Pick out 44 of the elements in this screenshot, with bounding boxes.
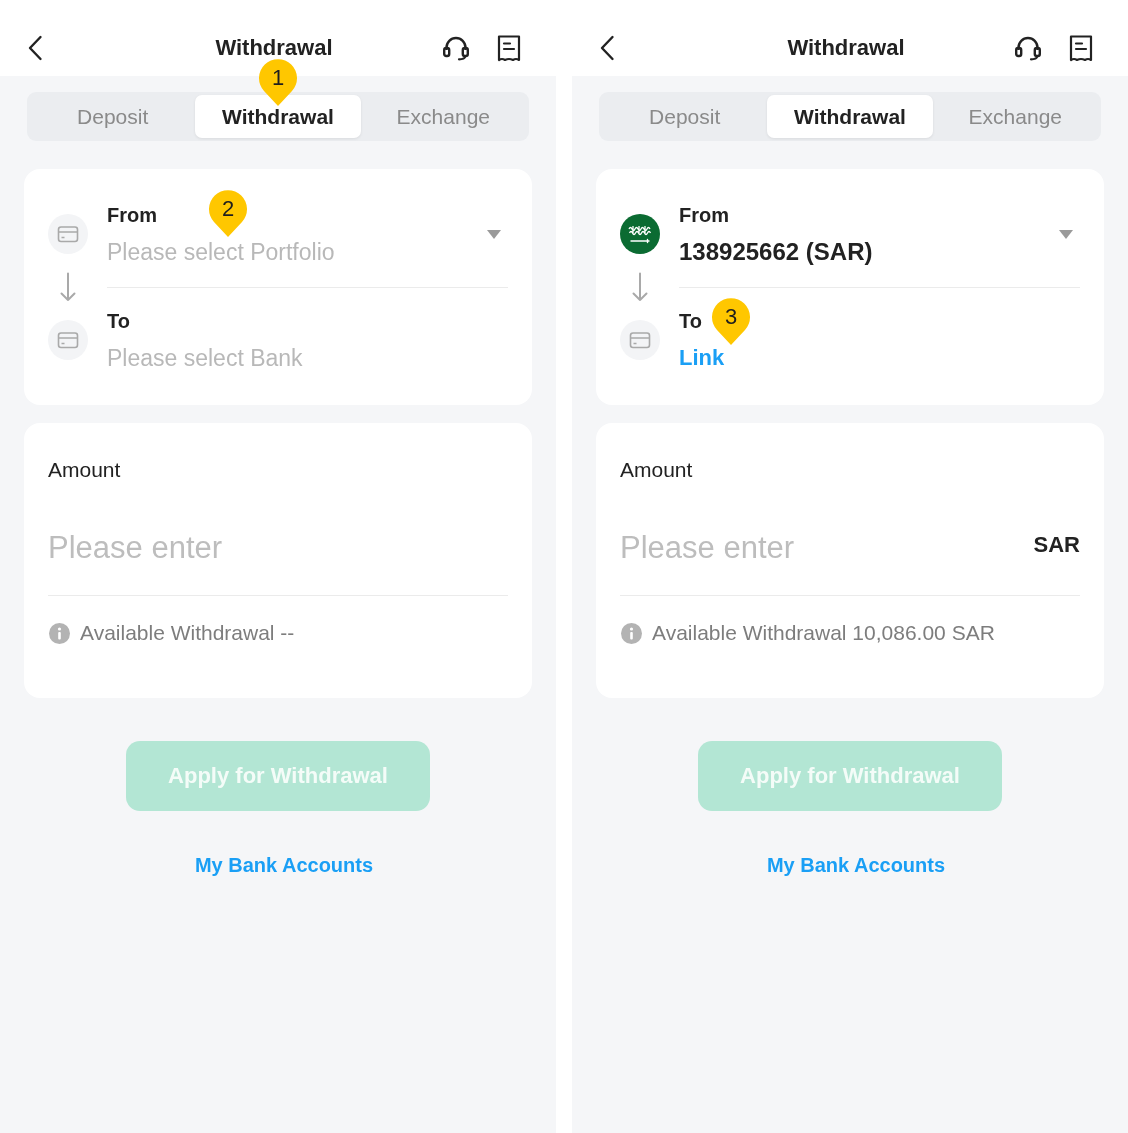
amount-label: Amount [48,458,122,482]
bank-select[interactable]: Please select Bank [107,345,303,371]
to-label: To [679,309,702,333]
step-marker: 3 [712,298,750,345]
from-label: From [107,203,157,227]
receipt-icon[interactable] [497,34,521,62]
account-select[interactable]: 138925662 (SAR) [679,239,873,265]
card-icon [48,320,88,360]
tab[interactable]: Withdrawal [767,95,933,138]
headset-icon[interactable] [1014,35,1042,61]
down-arrow-icon [59,272,77,302]
portfolio-select[interactable]: Please select Portfolio [107,239,335,265]
flag-icon [620,214,660,254]
step-marker: 1 [259,59,297,106]
page-title: Withdrawal [214,38,334,58]
currency-unit: SAR [1033,532,1080,558]
card-icon [48,214,88,254]
amount-input[interactable]: Please enter [48,528,508,568]
headset-icon[interactable] [442,35,470,61]
to-label: To [107,309,130,333]
info-icon [621,622,642,644]
bank-accounts-link[interactable]: My Bank Accounts [194,853,374,877]
back-icon[interactable] [27,35,43,61]
receipt-icon[interactable] [1069,34,1093,62]
from-label: From [679,203,729,227]
down-arrow-icon [631,272,649,302]
amount-input[interactable]: Please enter [620,528,1034,568]
amount-label: Amount [620,458,694,482]
page-title: Withdrawal [786,38,906,58]
caret-icon[interactable] [1059,229,1073,239]
card-icon [620,320,660,360]
link-button[interactable]: Link [679,345,725,371]
tab[interactable]: Withdrawal [195,95,361,138]
tab[interactable]: Deposit [30,95,196,138]
back-icon[interactable] [599,35,615,61]
step-marker: 2 [209,190,247,237]
caret-icon[interactable] [487,229,501,239]
tab[interactable]: Exchange [360,95,526,138]
tab[interactable]: Deposit [602,95,768,138]
bank-accounts-link[interactable]: My Bank Accounts [766,853,946,877]
info-icon [49,622,70,644]
available-withdrawal-text: Available Withdrawal 10,086.00 SAR [652,621,995,645]
available-withdrawal-text: Available Withdrawal -- [80,621,295,645]
tab[interactable]: Exchange [932,95,1098,138]
